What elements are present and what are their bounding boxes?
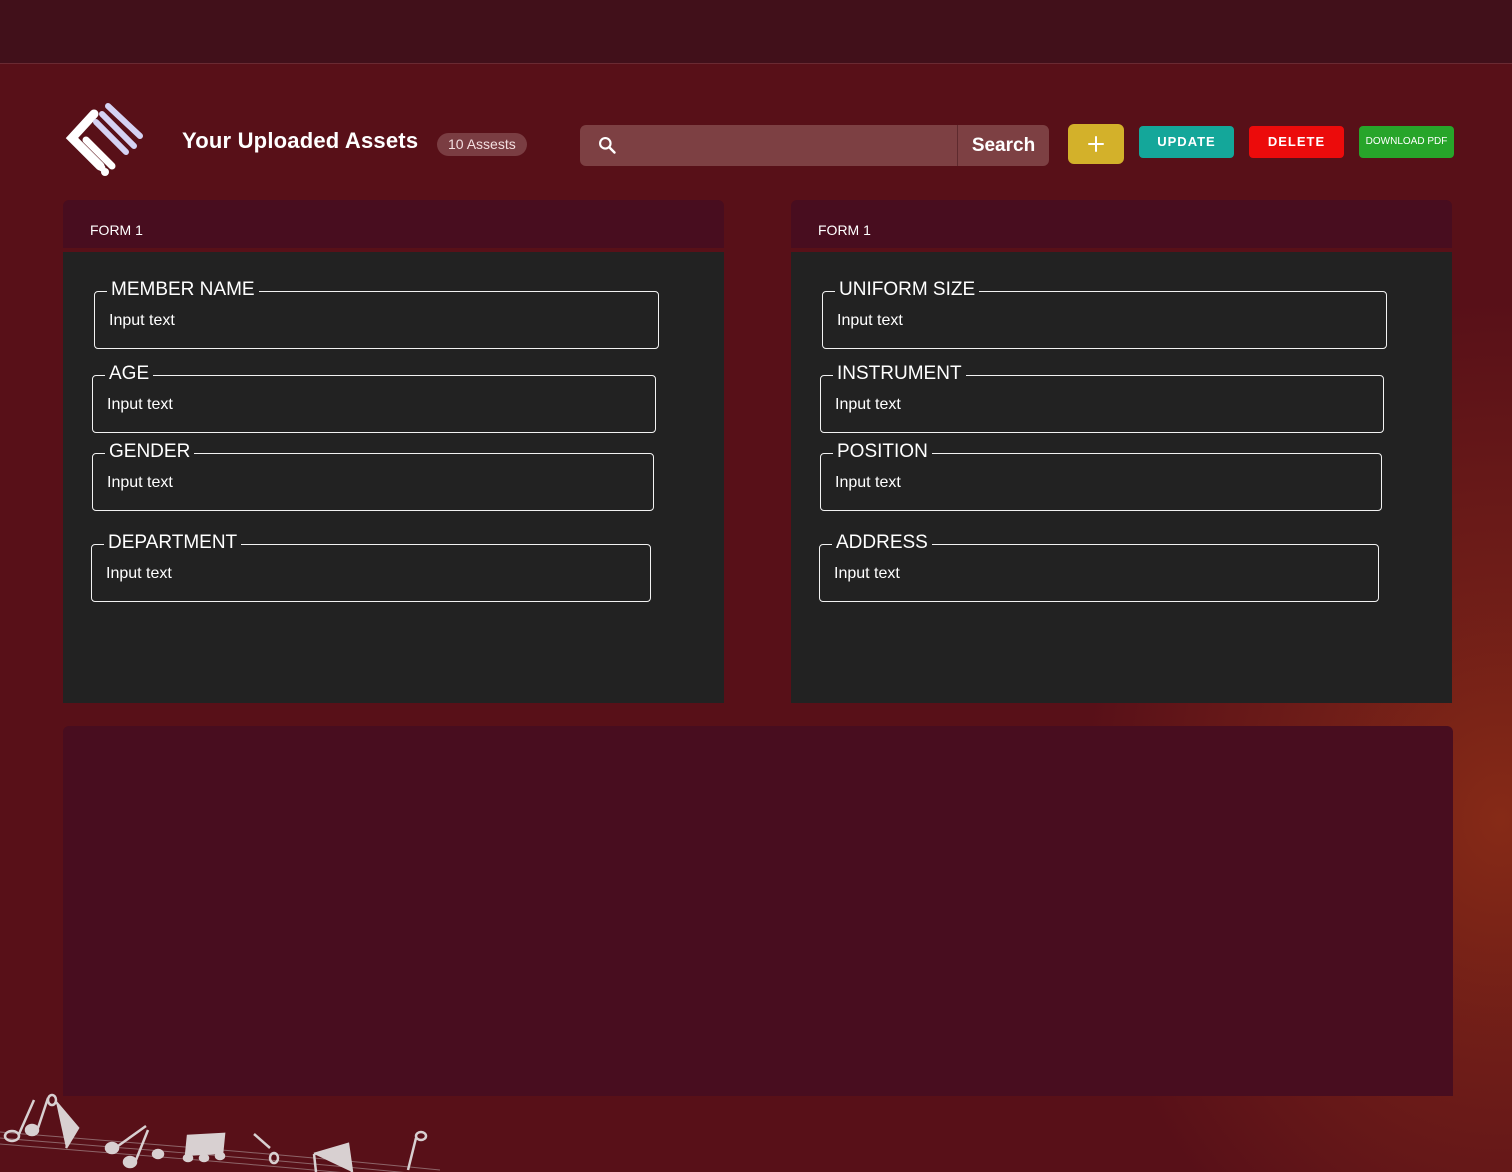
top-bar bbox=[0, 0, 1512, 64]
page-title: Your Uploaded Assets bbox=[182, 128, 419, 153]
department-field: DEPARTMENT bbox=[91, 532, 651, 602]
brand-logo-icon[interactable] bbox=[64, 100, 146, 178]
department-input[interactable] bbox=[106, 563, 609, 585]
delete-button[interactable]: DELETE bbox=[1249, 126, 1344, 158]
download-pdf-button[interactable]: DOWNLOAD PDF bbox=[1359, 126, 1454, 158]
search-bar: Search bbox=[580, 125, 1049, 166]
field-label: DEPARTMENT bbox=[104, 532, 242, 554]
update-button[interactable]: UPDATE bbox=[1139, 126, 1234, 158]
uniform-size-input[interactable] bbox=[837, 310, 1344, 332]
content-panel bbox=[63, 726, 1453, 1096]
search-icon bbox=[599, 137, 616, 154]
field-label: AGE bbox=[105, 363, 154, 385]
member-name-input[interactable] bbox=[109, 310, 616, 332]
plus-icon bbox=[1088, 136, 1104, 152]
gender-input[interactable] bbox=[107, 472, 611, 494]
instrument-field: INSTRUMENT bbox=[820, 363, 1384, 433]
form-body-right: UNIFORM SIZE INSTRUMENT POSITION ADDRESS bbox=[791, 252, 1452, 703]
address-input[interactable] bbox=[834, 563, 1337, 585]
uniform-size-field: UNIFORM SIZE bbox=[822, 279, 1387, 349]
form-title: FORM 1 bbox=[818, 222, 871, 238]
search-input[interactable] bbox=[628, 125, 954, 166]
field-label: POSITION bbox=[833, 441, 932, 463]
add-button[interactable] bbox=[1068, 124, 1124, 164]
field-label: UNIFORM SIZE bbox=[835, 279, 980, 301]
search-button[interactable]: Search bbox=[958, 125, 1049, 166]
age-field: AGE bbox=[92, 363, 656, 433]
field-label: INSTRUMENT bbox=[833, 363, 966, 385]
address-field: ADDRESS bbox=[819, 532, 1379, 602]
asset-count-badge: 10 Assests bbox=[437, 133, 527, 156]
gender-field: GENDER bbox=[92, 441, 654, 511]
field-label: GENDER bbox=[105, 441, 195, 463]
form-header-right: FORM 1 bbox=[791, 200, 1452, 248]
position-field: POSITION bbox=[820, 441, 1382, 511]
form-header-left: FORM 1 bbox=[63, 200, 724, 248]
form-title: FORM 1 bbox=[90, 222, 143, 238]
position-input[interactable] bbox=[835, 472, 1339, 494]
instrument-input[interactable] bbox=[835, 394, 1341, 416]
music-notes-icon bbox=[0, 1093, 440, 1172]
member-name-field: MEMBER NAME bbox=[94, 279, 659, 349]
form-body-left: MEMBER NAME AGE GENDER DEPARTMENT bbox=[63, 252, 724, 703]
age-input[interactable] bbox=[107, 394, 613, 416]
field-label: MEMBER NAME bbox=[107, 279, 259, 301]
field-label: ADDRESS bbox=[832, 532, 932, 554]
